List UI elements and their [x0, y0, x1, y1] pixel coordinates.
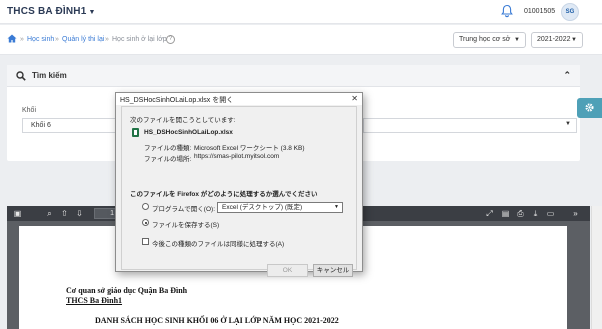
file-name: HS_DSHocSinhOLaiLop.xlsx — [144, 129, 233, 136]
breadcrumb-hoc-sinh[interactable]: Học sinh — [27, 36, 54, 43]
breadcrumb-separator: » — [105, 36, 109, 43]
file-source-label: ファイルの場所: — [144, 156, 192, 163]
user-id[interactable]: 01001505 — [524, 8, 555, 15]
doc-title-line: DANH SÁCH HỌC SINH KHỐI 06 Ở LẠI LỚP NĂM… — [95, 316, 339, 325]
application-select[interactable]: Excel (デスクトップ) (既定) ▼ — [217, 202, 343, 213]
page-scrollbar[interactable] — [591, 206, 602, 329]
doc-agency-line: Cơ quan sở giáo dục Quận Ba Đình — [66, 286, 188, 295]
open-file-icon[interactable]: ▤ — [500, 208, 511, 219]
chevron-down-icon: ▼ — [334, 204, 339, 210]
find-icon[interactable]: ⌕ — [44, 208, 55, 219]
top-navbar: THCS BA ĐÌNH1 ▼ 01001505 SG — [0, 0, 602, 24]
breadcrumb-separator: » — [55, 36, 59, 43]
open-with-radio[interactable] — [142, 203, 149, 210]
breadcrumb-bar: » Học sinh » Quản lý thi lại » Học sinh … — [0, 25, 602, 55]
dialog-prompt: 次のファイルを開こうとしています: — [130, 117, 236, 124]
search-icon — [16, 71, 26, 81]
caret-down-icon: ▼ — [88, 9, 96, 16]
previous-page-icon[interactable]: ⇧ — [59, 208, 70, 219]
excel-file-icon — [132, 128, 139, 137]
file-type-value: Microsoft Excel ワークシート (3.8 KB) — [194, 145, 305, 152]
home-icon[interactable] — [7, 34, 17, 43]
chevron-down-icon: ▼ — [565, 121, 571, 127]
avatar[interactable]: SG — [561, 3, 579, 21]
close-icon[interactable]: ✕ — [351, 94, 358, 103]
sidebar-toggle-icon[interactable]: ▣ — [12, 208, 23, 219]
save-file-radio[interactable] — [142, 219, 149, 226]
year-value: 2021-2022 — [537, 36, 571, 43]
class-select[interactable]: ▼ — [363, 118, 577, 133]
dialog-titlebar[interactable]: HS_DSHocSinhOLaiLop.xlsx を開く ✕ — [116, 93, 362, 105]
breadcrumb-quan-ly-thi-lai[interactable]: Quản lý thi lại — [62, 36, 104, 43]
file-source-value: https://smas-pilot.myitsol.com — [194, 153, 280, 160]
search-panel-title: Tìm kiếm — [32, 71, 67, 80]
chevron-down-icon: ▼ — [514, 37, 520, 43]
ok-button[interactable]: OK — [267, 264, 308, 277]
school-switcher[interactable]: THCS BA ĐÌNH1 ▼ — [7, 6, 96, 17]
handling-question: このファイルを Firefox がどのように処理するか選んでください — [130, 191, 318, 198]
collapse-icon[interactable]: ⌃ — [563, 70, 571, 81]
khoi-label: Khối — [22, 107, 37, 114]
save-file-label[interactable]: ファイルを保存する(S) — [152, 219, 219, 229]
print-icon[interactable]: ⎙ — [515, 208, 526, 219]
open-with-label[interactable]: プログラムで開く(O): — [152, 203, 215, 213]
school-name: THCS BA ĐÌNH1 — [7, 6, 87, 17]
chevron-down-icon: ▼ — [571, 37, 577, 43]
file-type-label: ファイルの種類: — [144, 145, 192, 152]
presentation-mode-icon[interactable]: ⤢ — [484, 208, 495, 219]
dialog-body: 次のファイルを開こうとしています: HS_DSHocSinhOLaiLop.xl… — [121, 106, 357, 277]
help-icon[interactable]: ? — [166, 35, 175, 44]
bell-icon[interactable] — [500, 4, 514, 18]
khoi-select[interactable]: Khối 6 — [22, 118, 122, 133]
download-dialog: HS_DSHocSinhOLaiLop.xlsx を開く ✕ 次のファイルを開こ… — [115, 92, 363, 277]
download-icon[interactable]: ⤓ — [530, 208, 541, 219]
breadcrumb-separator: » — [20, 36, 24, 43]
level-value: Trung học cơ sở — [459, 36, 511, 43]
cancel-button[interactable]: キャンセル — [313, 264, 353, 277]
year-select[interactable]: 2021-2022 ▼ — [531, 32, 583, 48]
next-page-icon[interactable]: ⇩ — [74, 208, 85, 219]
application-value: Excel (デスクトップ) (既定) — [222, 204, 303, 211]
tools-menu-icon[interactable]: » — [570, 208, 581, 219]
doc-school-line: THCS Ba Đình1 — [66, 296, 123, 305]
level-select[interactable]: Trung học cơ sở ▼ — [453, 32, 526, 48]
dialog-title: HS_DSHocSinhOLaiLop.xlsx を開く — [120, 97, 234, 104]
search-panel-header[interactable]: Tìm kiếm ⌃ — [7, 65, 580, 87]
gear-icon — [585, 103, 594, 112]
bookmark-icon[interactable]: ▭ — [545, 208, 556, 219]
breadcrumb-current: Học sinh ở lại lớp — [112, 36, 167, 43]
remember-choice-checkbox[interactable] — [142, 238, 149, 245]
settings-tab[interactable] — [577, 98, 602, 118]
remember-choice-label[interactable]: 今後この種類のファイルは同様に処理する(A) — [152, 238, 284, 248]
